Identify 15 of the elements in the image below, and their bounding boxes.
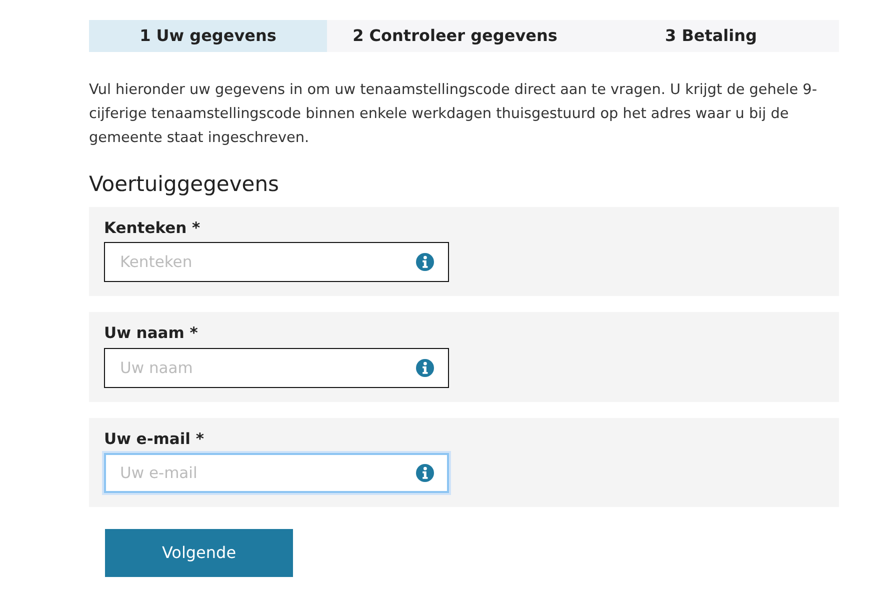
input-field[interactable]: Uw e-mail [104, 452, 449, 493]
input-field[interactable]: Kenteken [104, 242, 449, 282]
progress-step: 3 Betaling [583, 20, 839, 52]
input-field[interactable]: Uw naam [104, 348, 449, 388]
field-label: Uw e-mail * [104, 428, 204, 450]
info-icon[interactable] [416, 358, 434, 377]
field-label: Uw naam * [104, 323, 198, 344]
next-button[interactable]: Volgende [105, 528, 293, 577]
field-label: Kenteken * [104, 218, 200, 240]
section-title: Voertuiggegevens [89, 172, 280, 198]
info-icon[interactable] [416, 464, 434, 482]
progress-step: 2 Controleer gegevens [327, 20, 583, 52]
progress-step: 1 Uw gegevens [89, 20, 327, 52]
info-icon[interactable] [416, 253, 434, 272]
intro-paragraph: Vul hieronder uw gegevens in om uw tenaamstellingscode direct aan te vragen. U krijgt de gehele 9-cijferige tenaamstellingscode binnen enkele werkdagen thuisgestuurd op het adres waar u bij de gemeente staat ingeschreven. [89, 81, 818, 148]
